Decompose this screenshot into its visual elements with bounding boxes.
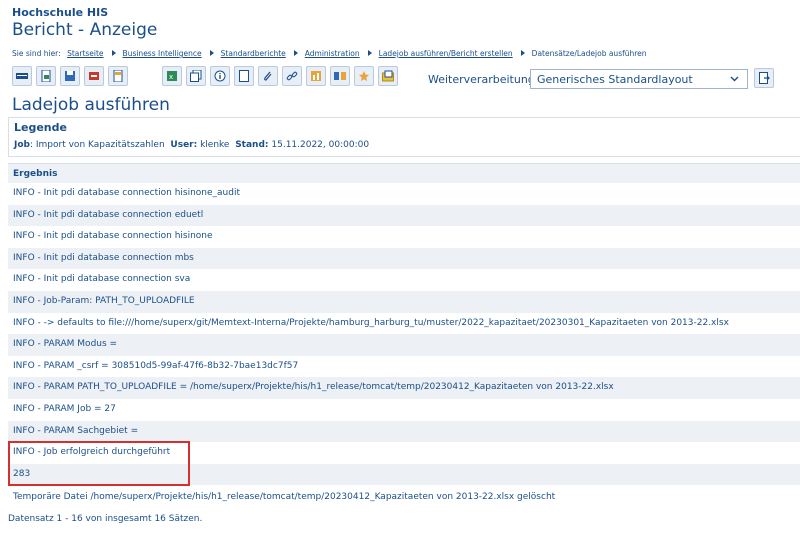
- star-button[interactable]: [354, 66, 374, 86]
- link-icon: [286, 71, 298, 81]
- image-button[interactable]: [108, 66, 128, 86]
- result-row: INFO - PARAM _csrf = 308510d5-99af-47f6-…: [13, 360, 299, 371]
- go-button[interactable]: [754, 68, 774, 88]
- export-icon: [41, 70, 51, 82]
- job-value: : Import von Kapazitätszahlen: [29, 140, 165, 150]
- result-row: INFO - Init pdi database connection edue…: [8, 204, 800, 227]
- chart-button[interactable]: [306, 66, 326, 86]
- breadcrumb-prefix: Sie sind hier:: [12, 49, 61, 58]
- layout-select[interactable]: Generisches Standardlayout: [530, 69, 748, 89]
- breadcrumb-separator-icon: [111, 50, 116, 56]
- export-button[interactable]: [36, 66, 56, 86]
- result-row: INFO - PARAM Job = 27: [13, 403, 116, 414]
- page-button[interactable]: [234, 66, 254, 86]
- result-row: INFO - PARAM PATH_TO_UPLOADFILE = /home/…: [8, 377, 800, 399]
- save-icon: [65, 71, 75, 81]
- legend-info: Job: Import von Kapazitätszahlen User: k…: [14, 140, 369, 150]
- result-row: INFO - Init pdi database connection hisi…: [13, 231, 213, 242]
- breadcrumb-item-ladejob[interactable]: Ladejob ausführen/Bericht erstellen: [379, 49, 513, 58]
- pdf-button[interactable]: [84, 66, 104, 86]
- folder-icon: [382, 70, 394, 82]
- folder-button[interactable]: [378, 66, 398, 86]
- copy-icon: [190, 70, 202, 82]
- info-button[interactable]: [210, 66, 230, 86]
- breadcrumb-item-startseite[interactable]: Startseite: [67, 49, 103, 58]
- university-name: Hochschule HIS: [12, 6, 109, 19]
- legend-title: Legende: [14, 121, 67, 134]
- result-row: INFO - PARAM Sachgebiet =: [8, 420, 800, 443]
- svg-text:x: x: [169, 73, 173, 81]
- breadcrumb-separator-icon: [209, 50, 214, 56]
- stand-label: Stand:: [235, 140, 269, 150]
- excel-button[interactable]: x: [162, 66, 182, 86]
- breadcrumb-separator-icon: [520, 50, 525, 56]
- layout-select-value: Generisches Standardlayout: [537, 73, 693, 86]
- stand-value: 15.11.2022, 00:00:00: [268, 140, 370, 150]
- link-button[interactable]: [282, 66, 302, 86]
- user-value: klenke: [197, 140, 230, 150]
- table-view-button[interactable]: [12, 66, 32, 86]
- breadcrumb: Sie sind hier: Startseite Business Intell…: [12, 49, 647, 58]
- pdf-icon: [89, 72, 99, 80]
- attachment-button[interactable]: [258, 66, 278, 86]
- result-row: INFO - Job-Param: PATH_TO_UPLOADFILE: [8, 290, 800, 313]
- result-row: INFO - Init pdi database connection sva: [13, 274, 191, 285]
- info-icon: [214, 70, 226, 82]
- go-icon: [759, 72, 770, 84]
- compare-icon: [334, 72, 346, 80]
- breadcrumb-item-standardberichte[interactable]: Standardberichte: [221, 49, 286, 58]
- section-title: Ladejob ausführen: [12, 95, 170, 115]
- breadcrumb-current: Datensätze/Ladejob ausführen: [531, 49, 647, 58]
- temp-file-message: Temporäre Datei /home/superx/Projekte/hi…: [13, 492, 556, 502]
- chart-icon: [311, 71, 321, 81]
- image-icon: [113, 70, 123, 82]
- results-table: Ergebnis INFO - Init pdi database connec…: [8, 163, 800, 486]
- weiterverarbeitung-label: Weiterverarbeitung:: [428, 73, 539, 86]
- page-title: Bericht - Anzeige: [12, 20, 158, 40]
- page-icon: [239, 70, 249, 82]
- breadcrumb-item-administration[interactable]: Administration: [305, 49, 360, 58]
- table-icon: [16, 73, 28, 79]
- breadcrumb-separator-icon: [293, 50, 298, 56]
- chevron-down-icon: [730, 76, 739, 82]
- compare-button[interactable]: [330, 66, 350, 86]
- excel-icon: x: [167, 71, 177, 81]
- breadcrumb-separator-icon: [367, 50, 372, 56]
- user-label: User:: [170, 140, 198, 150]
- breadcrumb-item-bi[interactable]: Business Intelligence: [123, 49, 202, 58]
- save-button[interactable]: [60, 66, 80, 86]
- legend-box: Legende Job: Import von Kapazitätszahlen…: [8, 117, 800, 157]
- star-icon: [359, 71, 369, 81]
- result-row: INFO - Init pdi database connection hisi…: [13, 188, 240, 198]
- highlight-box: [8, 441, 190, 486]
- result-row: INFO - Init pdi database connection mbs: [8, 247, 800, 270]
- copy-button[interactable]: [186, 66, 206, 86]
- record-count: Datensatz 1 - 16 von insgesamt 16 Sätzen…: [8, 514, 203, 524]
- result-row: INFO - -> defaults to file:///home/super…: [13, 317, 729, 328]
- result-row: INFO - PARAM Modus =: [8, 334, 800, 356]
- job-label: Job: [14, 140, 30, 150]
- attachment-icon: [264, 71, 272, 81]
- results-header: Ergebnis: [8, 163, 800, 183]
